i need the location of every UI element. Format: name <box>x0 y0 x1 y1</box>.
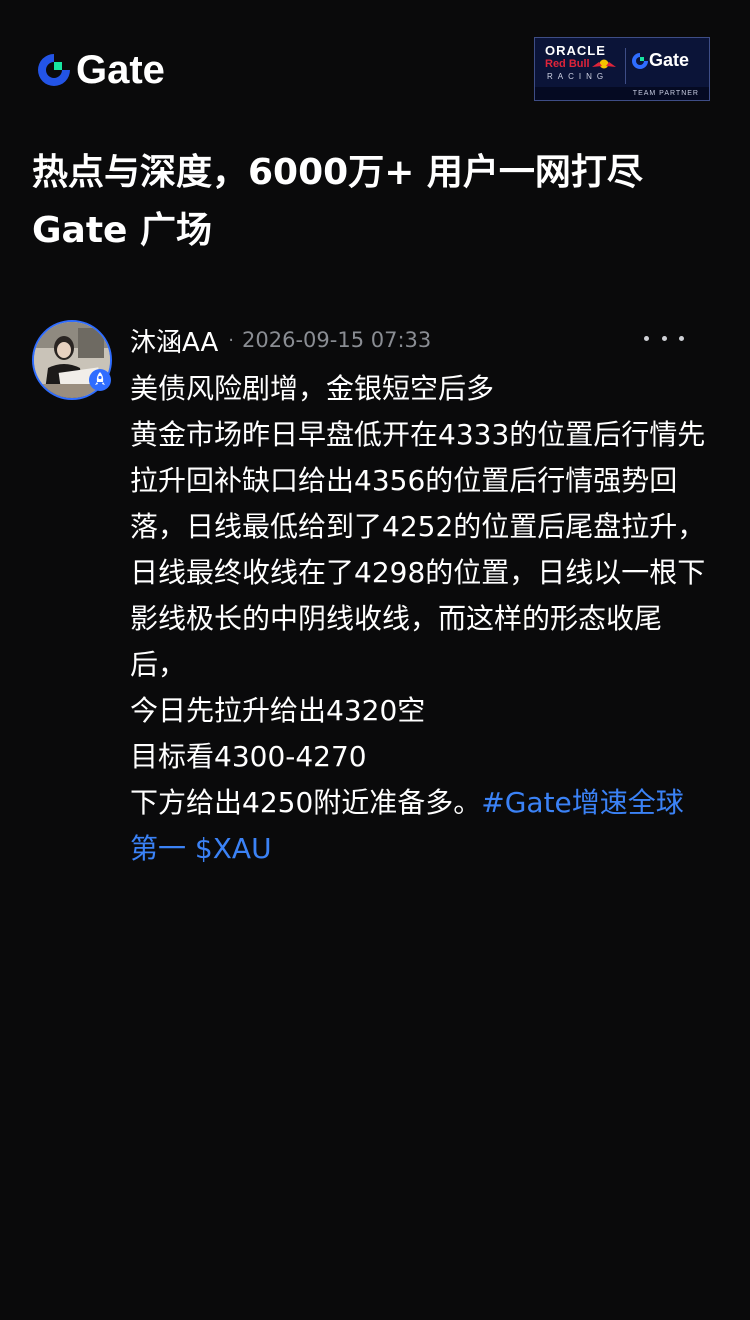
badge-gate-logo: Gate <box>631 50 689 71</box>
more-horizontal-icon <box>661 335 667 341</box>
meta-separator: · <box>228 329 235 351</box>
oracle-wordmark: ORACLE <box>545 43 606 58</box>
rocket-badge-icon <box>89 369 111 391</box>
top-banner: Gate ORACLE Red Bull RACING Gate TEAM PA… <box>0 0 750 120</box>
post-body[interactable]: 美债风险剧增，金银短空后多 黄金市场昨日早盘低开在4333的位置后行情先拉升回补… <box>130 366 710 872</box>
racing-wordmark: RACING <box>547 72 609 81</box>
headline-line-1: 热点与深度，6000万+ 用户一网打尽 <box>32 152 643 193</box>
gate-logo[interactable]: Gate <box>36 48 165 92</box>
headline-line-2: Gate 广场 <box>32 210 213 251</box>
more-options-button[interactable] <box>644 326 684 350</box>
post-title-line: 美债风险剧增，金银短空后多 <box>130 372 495 405</box>
ticker-link[interactable]: $XAU <box>195 832 272 865</box>
post-timestamp: 2026-09-15 07:33 <box>242 328 432 352</box>
post-line-target: 目标看4300-4270 <box>130 740 367 773</box>
badge-gate-text: Gate <box>649 50 690 70</box>
post-line-below: 下方给出4250附近准备多。#Gate增速全球第一 $XAU <box>130 780 710 872</box>
team-partner-badge: ORACLE Red Bull RACING Gate TEAM PARTNER <box>534 37 710 101</box>
post-paragraph: 黄金市场昨日早盘低开在4333的位置后行情先拉升回补缺口给出4356的位置后行情… <box>130 418 706 681</box>
badge-divider <box>625 48 626 84</box>
avatar[interactable] <box>32 320 112 400</box>
more-horizontal-icon <box>679 335 684 341</box>
redbull-wordmark: Red Bull <box>545 58 590 70</box>
team-partner-label: TEAM PARTNER <box>535 87 709 100</box>
post-line-today: 今日先拉升给出4320空 <box>130 694 426 727</box>
author-name[interactable]: 沐涵AA <box>130 322 218 359</box>
bull-icon <box>592 59 616 69</box>
gate-logo-icon <box>632 52 648 69</box>
gate-logo-icon <box>38 54 70 86</box>
post-meta: 沐涵AA · 2026-09-15 07:33 <box>130 322 431 358</box>
page-headline: 热点与深度，6000万+ 用户一网打尽 Gate 广场 <box>32 144 722 260</box>
post-line-below-text: 下方给出4250附近准备多。 <box>130 786 482 819</box>
more-horizontal-icon <box>644 335 649 341</box>
brand-name: Gate <box>76 48 165 92</box>
